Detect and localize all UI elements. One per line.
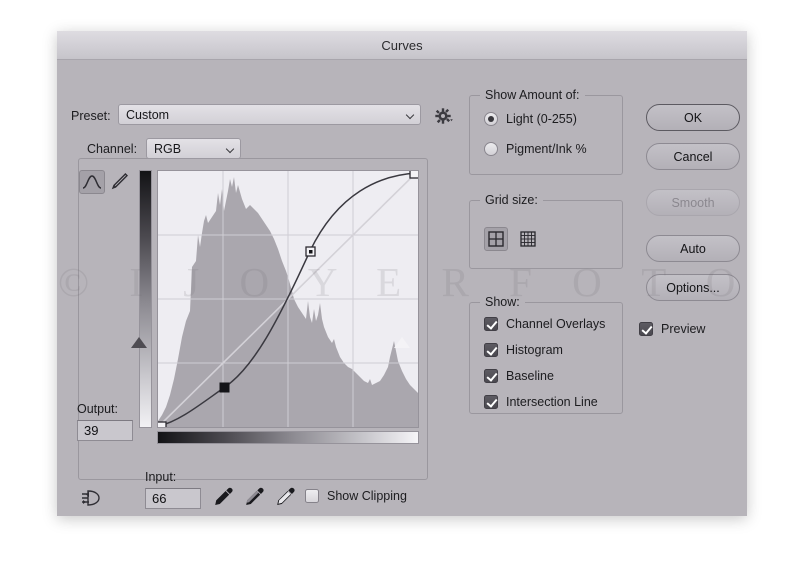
show-clipping-checkbox[interactable] [305, 489, 319, 503]
show-amount-title: Show Amount of: [480, 88, 585, 102]
cancel-button-label: Cancel [673, 149, 713, 164]
baseline-label: Baseline [506, 369, 554, 383]
channel-overlays-checkbox[interactable] [484, 317, 498, 331]
ok-button-label: OK [683, 110, 703, 125]
horizontal-tone-ramp [157, 431, 419, 444]
curve-graph[interactable] [139, 170, 419, 444]
show-amount-group: Show Amount of: Light (0-255) Pigment/In… [469, 88, 623, 175]
white-point-slider[interactable] [394, 337, 410, 348]
smooth-button-label: Smooth [671, 195, 715, 210]
channel-overlays-label: Channel Overlays [506, 317, 606, 331]
dialog-titlebar: Curves [57, 31, 747, 60]
dialog-title: Curves [381, 37, 423, 53]
output-value: 39 [84, 423, 99, 438]
channel-label: Channel: [87, 142, 138, 156]
gear-icon[interactable] [433, 106, 453, 131]
options-button-label: Options... [666, 280, 720, 295]
dialog-body: Preset: Custom Channel: RGB Output: 39 I… [57, 60, 747, 516]
input-field[interactable]: 66 [145, 488, 201, 509]
curve-tool-icon[interactable] [79, 170, 105, 194]
white-point-eyedropper-icon[interactable] [274, 485, 296, 509]
show-title: Show: [480, 295, 525, 309]
radio-light-indicator[interactable] [484, 112, 498, 126]
gray-point-eyedropper-icon[interactable] [243, 485, 265, 509]
ok-button[interactable]: OK [646, 104, 740, 131]
chevron-down-icon [407, 111, 414, 118]
options-button[interactable]: Options... [646, 274, 740, 301]
show-histogram-row[interactable]: Histogram [484, 343, 563, 357]
preset-label: Preset: [71, 109, 111, 123]
preview-checkbox[interactable] [639, 322, 653, 336]
show-clipping-label: Show Clipping [327, 489, 407, 503]
black-point-eyedropper-icon[interactable] [212, 485, 234, 509]
show-baseline-row[interactable]: Baseline [484, 369, 554, 383]
show-channel-overlays-row[interactable]: Channel Overlays [484, 317, 605, 331]
channel-value: RGB [154, 141, 182, 156]
radio-light[interactable]: Light (0-255) [484, 112, 577, 126]
show-clipping-row[interactable]: Show Clipping [305, 489, 407, 503]
radio-light-label: Light (0-255) [506, 112, 577, 126]
curves-dialog: Curves Preset: Custom Channel: RGB Outpu… [57, 31, 747, 516]
preset-select[interactable]: Custom [118, 104, 421, 125]
vertical-tone-ramp [139, 170, 152, 428]
preview-label: Preview [661, 322, 706, 336]
input-label: Input: [145, 470, 177, 484]
grid-size-group: Grid size: [469, 193, 623, 269]
pencil-tool-icon[interactable] [108, 170, 134, 194]
preset-value: Custom [126, 107, 170, 122]
baseline-checkbox[interactable] [484, 369, 498, 383]
radio-pigment-indicator[interactable] [484, 142, 498, 156]
histogram-checkbox[interactable] [484, 343, 498, 357]
intersection-line-label: Intersection Line [506, 395, 598, 409]
radio-pigment[interactable]: Pigment/Ink % [484, 142, 587, 156]
output-label: Output: [77, 402, 118, 416]
histogram-label: Histogram [506, 343, 563, 357]
curve-point-white [409, 171, 418, 179]
output-field[interactable]: 39 [77, 420, 133, 441]
curve-point-shadow [219, 382, 230, 393]
curve-svg [158, 171, 418, 427]
channel-select[interactable]: RGB [146, 138, 241, 159]
grid-4x4-icon[interactable] [516, 227, 540, 251]
curve-plot-area[interactable] [157, 170, 419, 428]
auto-button-label: Auto [680, 241, 706, 256]
radio-pigment-label: Pigment/Ink % [506, 142, 587, 156]
curve-point-black [158, 421, 167, 427]
grid-2x2-icon[interactable] [484, 227, 508, 251]
black-point-slider[interactable] [131, 337, 147, 348]
smooth-button[interactable]: Smooth [646, 189, 740, 216]
show-intersection-line-row[interactable]: Intersection Line [484, 395, 598, 409]
chevron-down-icon [227, 145, 234, 152]
curve-point-highlight-dot [309, 250, 313, 254]
intersection-line-checkbox[interactable] [484, 395, 498, 409]
cancel-button[interactable]: Cancel [646, 143, 740, 170]
show-group: Show: Channel Overlays Histogram Baselin… [469, 295, 623, 414]
input-value: 66 [152, 491, 167, 506]
preview-row[interactable]: Preview [639, 322, 705, 336]
grid-size-title: Grid size: [480, 193, 543, 207]
curve-display-options-icon[interactable] [79, 486, 105, 510]
auto-button[interactable]: Auto [646, 235, 740, 262]
